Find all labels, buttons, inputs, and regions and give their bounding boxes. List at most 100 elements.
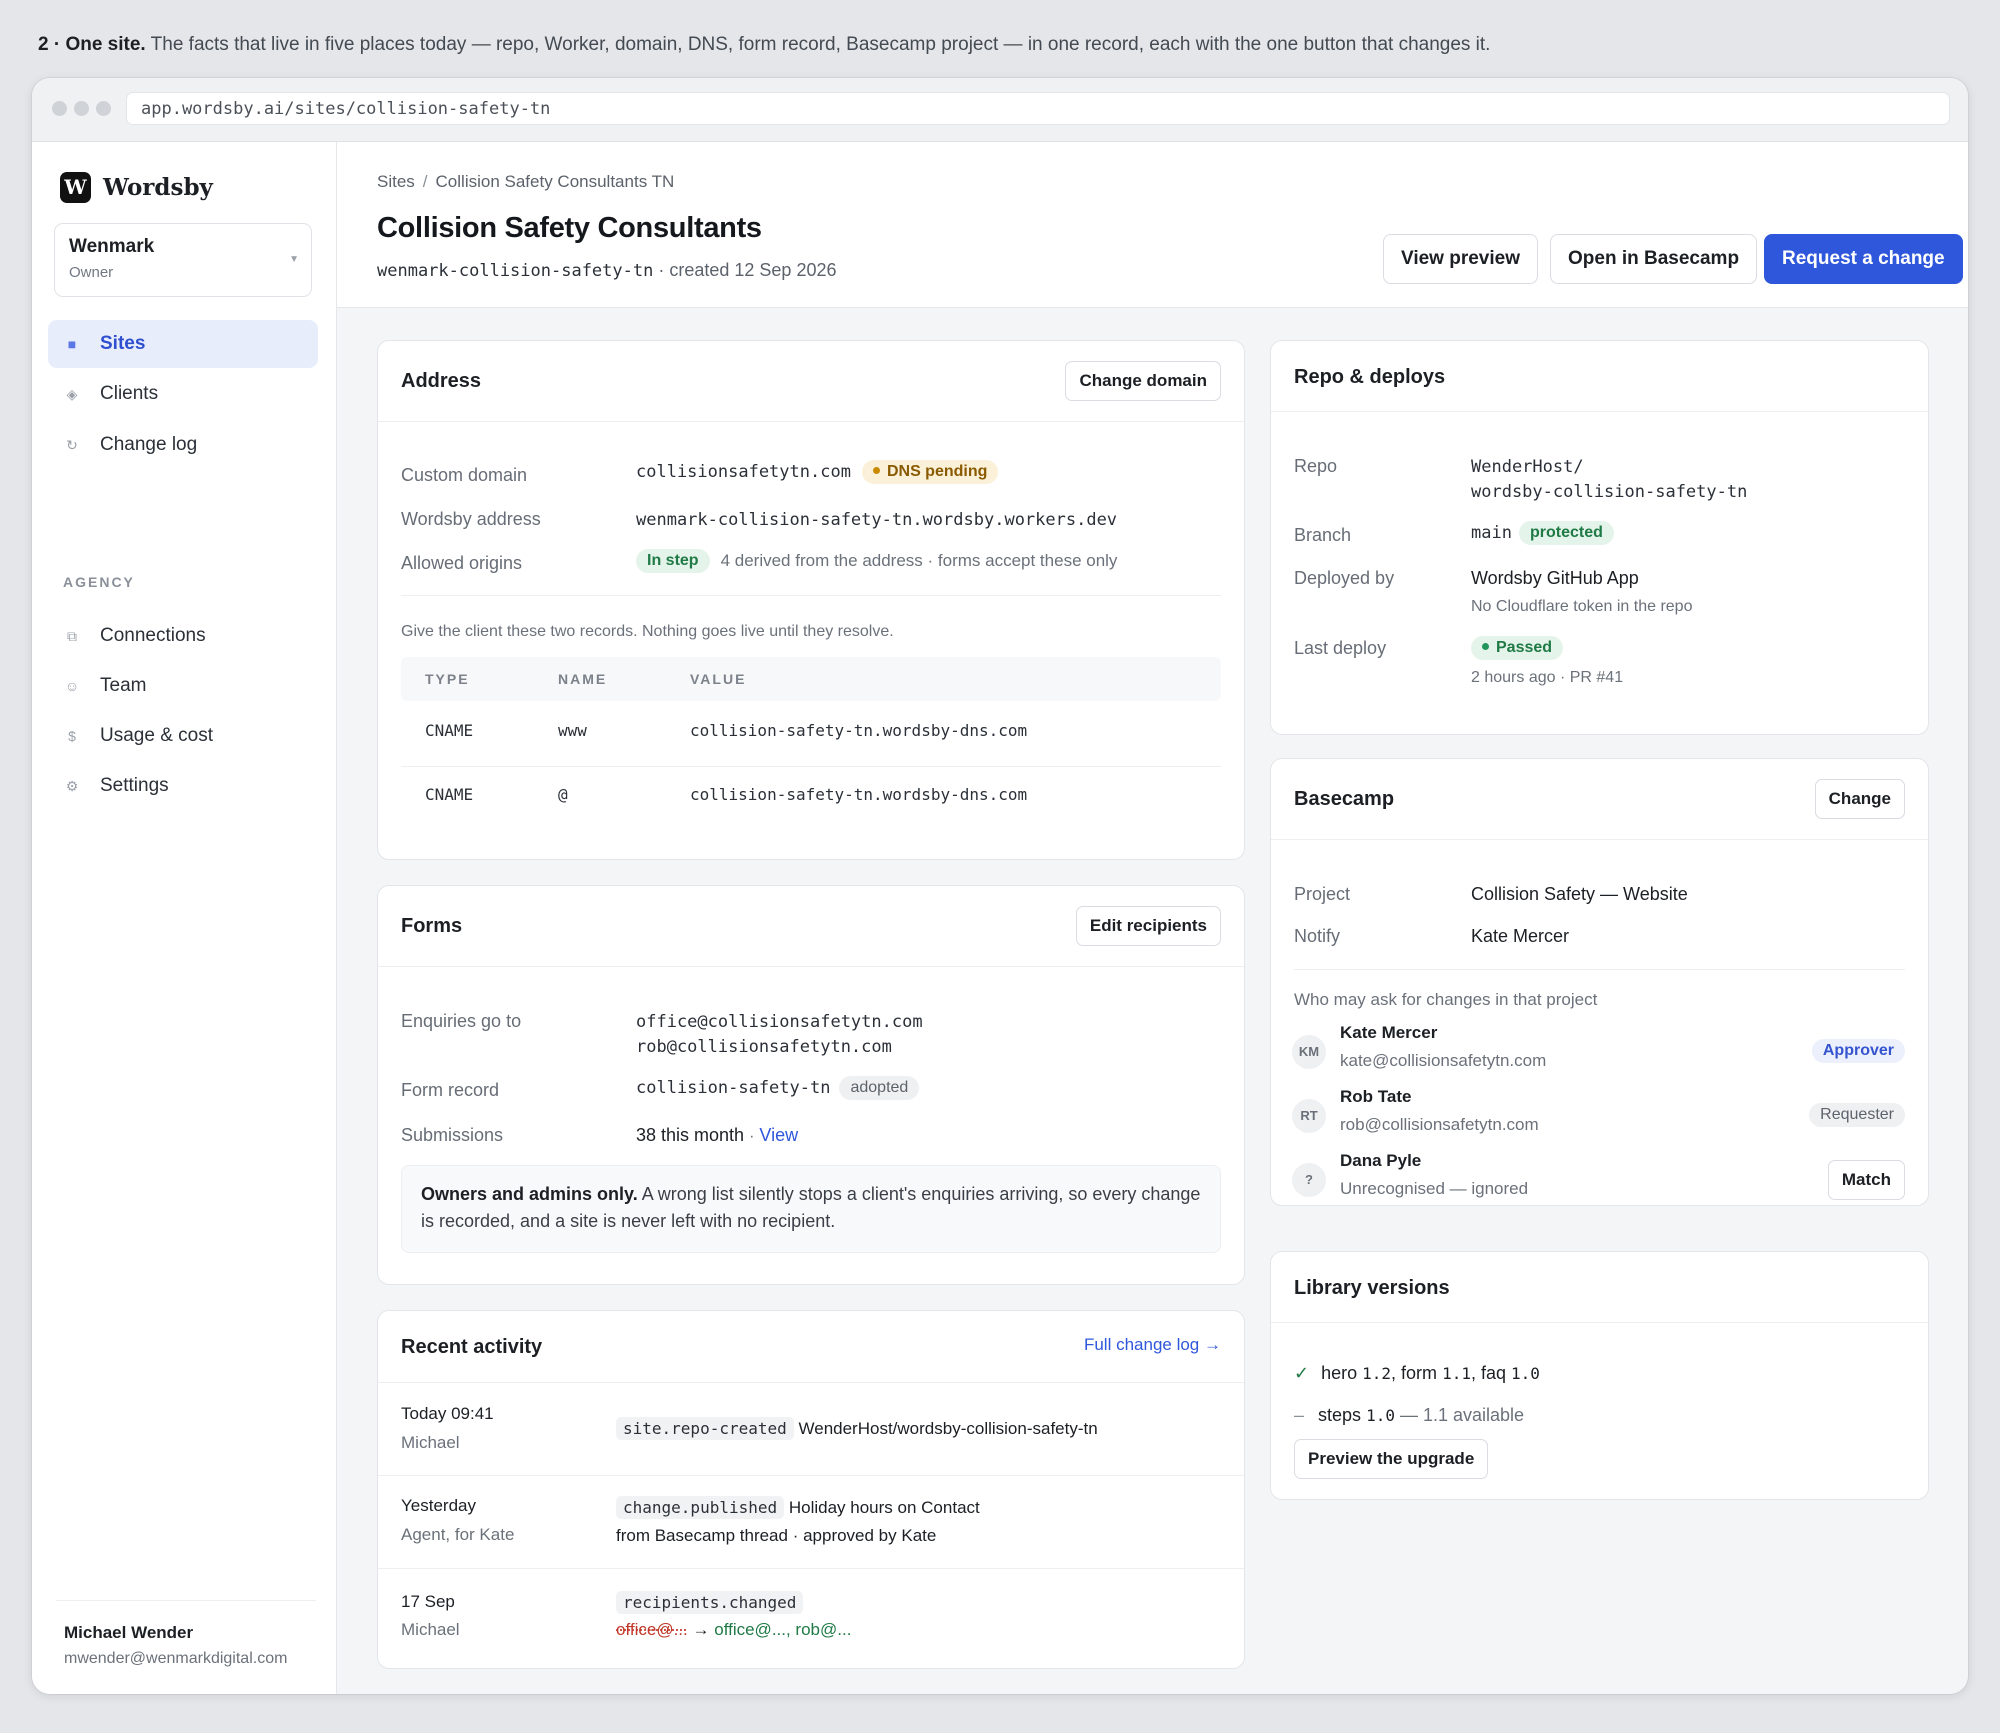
submissions-count: 38 this month	[636, 1125, 745, 1145]
brand-logo[interactable]: W Wordsby	[60, 172, 213, 203]
avatar: RT	[1292, 1099, 1326, 1133]
list-item[interactable]: Today 09:41 Michael site.repo-created We…	[378, 1382, 1244, 1475]
view-submissions-link[interactable]: View	[759, 1125, 798, 1145]
sidebar-item-usage[interactable]: $ Usage & cost	[48, 712, 318, 760]
sidebar-item-sites[interactable]: ■ Sites	[48, 320, 318, 368]
open-basecamp-button[interactable]: Open in Basecamp	[1550, 234, 1758, 284]
basecamp-card-header: Basecamp Change	[1271, 759, 1928, 840]
change-basecamp-button[interactable]: Change	[1814, 779, 1905, 819]
last-deploy-note: 2 hours ago · PR #41	[1471, 669, 1624, 686]
person-name: Kate Mercer	[1340, 1023, 1438, 1042]
dollar-icon: $	[68, 728, 76, 744]
user-email: mwender@wenmarkdigital.com	[64, 1650, 288, 1667]
breadcrumb-separator: /	[422, 172, 428, 191]
activity-time: Today 09:41	[401, 1404, 494, 1423]
dash-icon: –	[1294, 1405, 1305, 1425]
match-button[interactable]: Match	[1827, 1160, 1905, 1200]
sidebar-item-settings[interactable]: ⚙ Settings	[48, 762, 318, 810]
site-created: · created 12 Sep 2026	[658, 260, 837, 280]
change-domain-button[interactable]: Change domain	[1065, 361, 1221, 401]
role-badge: Requester	[1809, 1103, 1905, 1127]
site-slug: wenmark-collision-safety-tn	[377, 261, 654, 281]
deployed-by-value: Wordsby GitHub App	[1471, 568, 1639, 588]
sidebar-section-agency: AGENCY	[63, 574, 135, 590]
brand-name: Wordsby	[103, 174, 213, 201]
sidebar-item-change-log[interactable]: ↻ Change log	[48, 421, 318, 469]
full-change-log-link[interactable]: Full change log →	[1084, 1335, 1221, 1355]
last-deploy-label: Last deploy	[1294, 638, 1387, 658]
sidebar-item-label: Usage & cost	[100, 725, 213, 746]
workspace-switcher[interactable]: Wenmark Owner ▼	[54, 223, 312, 297]
dns-pending-badge: DNS pending	[861, 460, 999, 484]
new-recipients: office@..., rob@...	[714, 1620, 852, 1639]
edit-recipients-button[interactable]: Edit recipients	[1075, 906, 1221, 946]
in-step-badge: In step	[636, 549, 710, 573]
dns-table-header: TYPE NAME VALUE	[401, 657, 1221, 701]
dns-value[interactable]: collision-safety-tn.wordsby-dns.com	[690, 721, 1027, 740]
person-detail: rob@collisionsafetytn.com	[1340, 1115, 1539, 1134]
list-item[interactable]: Yesterday Agent, for Kate change.publish…	[378, 1475, 1244, 1568]
th-value: VALUE	[690, 671, 747, 687]
lib-version: 1.0	[1366, 1406, 1395, 1425]
sidebar-item-label: Sites	[100, 333, 146, 354]
avatar: ?	[1292, 1163, 1326, 1197]
avatar: KM	[1292, 1035, 1326, 1069]
address-card: Address Change domain Custom domain coll…	[377, 340, 1245, 860]
deployed-note: No Cloudflare token in the repo	[1471, 598, 1693, 615]
address-bar[interactable]: app.wordsby.ai/sites/collision-safety-tn	[126, 92, 1950, 125]
old-recipients: office@...	[616, 1620, 688, 1639]
branch-name: main	[1471, 522, 1512, 543]
recipient-email: office@collisionsafetytn.com	[636, 1012, 923, 1032]
th-name: NAME	[558, 671, 608, 687]
dns-type: CNAME	[425, 721, 474, 740]
square-icon: ■	[67, 336, 77, 352]
library-title: Library versions	[1294, 1277, 1450, 1299]
current-user[interactable]: Michael Wender mwender@wenmarkdigital.co…	[56, 1600, 316, 1668]
forms-title: Forms	[401, 915, 463, 937]
activity-detail: recipients.changed	[616, 1591, 804, 1614]
preview-upgrade-button[interactable]: Preview the upgrade	[1294, 1439, 1489, 1479]
person-name: Dana Pyle	[1340, 1151, 1422, 1170]
repo-title: Repo & deploys	[1294, 366, 1446, 388]
window-close-dot[interactable]	[52, 101, 67, 116]
caption-text: The facts that live in five places today…	[150, 34, 1491, 55]
sidebar-item-clients[interactable]: ◈ Clients	[48, 370, 318, 418]
submissions-sep: ·	[749, 1128, 755, 1145]
last-deploy-value: Passed	[1471, 636, 1564, 660]
view-preview-button[interactable]: View preview	[1383, 234, 1538, 284]
adopted-badge: adopted	[839, 1076, 920, 1100]
notify-label: Notify	[1294, 926, 1341, 946]
sidebar-item-label: Change log	[100, 434, 198, 455]
sidebar-item-team[interactable]: ☺ Team	[48, 662, 318, 710]
dns-name: @	[558, 785, 568, 804]
request-change-button[interactable]: Request a change	[1764, 234, 1963, 284]
role-badge: Approver	[1811, 1039, 1905, 1063]
figure-caption: 2 · One site. The facts that live in fiv…	[38, 34, 1490, 56]
page-header: Sites / Collision Safety Consultants TN Co…	[337, 142, 1968, 308]
breadcrumb-sites[interactable]: Sites	[377, 172, 415, 191]
diamond-icon: ◈	[66, 385, 78, 402]
sidebar-item-connections[interactable]: ⧉ Connections	[48, 612, 318, 660]
lib-version: 1.0	[1511, 1364, 1540, 1383]
forms-card: Forms Edit recipients Enquiries go to of…	[377, 885, 1245, 1285]
breadcrumb-current: Collision Safety Consultants TN	[435, 172, 675, 191]
passed-badge: Passed	[1471, 636, 1564, 660]
records-note: Give the client these two records. Nothi…	[401, 623, 894, 640]
page-subtitle: wenmark-collision-safety-tn · created 12…	[377, 260, 837, 281]
workspace-role: Owner	[69, 264, 114, 281]
activity-time: Yesterday	[401, 1496, 476, 1515]
deployed-by-label: Deployed by	[1294, 568, 1395, 588]
note-bold: Owners and admins only.	[421, 1184, 638, 1204]
basecamp-divider	[1294, 969, 1905, 970]
dns-row-divider	[401, 766, 1221, 767]
form-record-label: Form record	[401, 1080, 500, 1100]
repo-owner[interactable]: WenderHost/	[1471, 457, 1584, 477]
list-item[interactable]: 17 Sep Michael recipients.changed office…	[378, 1568, 1244, 1668]
brand-mark-icon: W	[60, 172, 91, 203]
sidebar-item-label: Clients	[100, 383, 159, 404]
window-zoom-dot[interactable]	[96, 101, 111, 116]
dns-value[interactable]: collision-safety-tn.wordsby-dns.com	[690, 785, 1027, 804]
activity-event: recipients.changed	[616, 1591, 804, 1614]
window-minimize-dot[interactable]	[74, 101, 89, 116]
repo-name[interactable]: wordsby-collision-safety-tn	[1471, 482, 1747, 502]
